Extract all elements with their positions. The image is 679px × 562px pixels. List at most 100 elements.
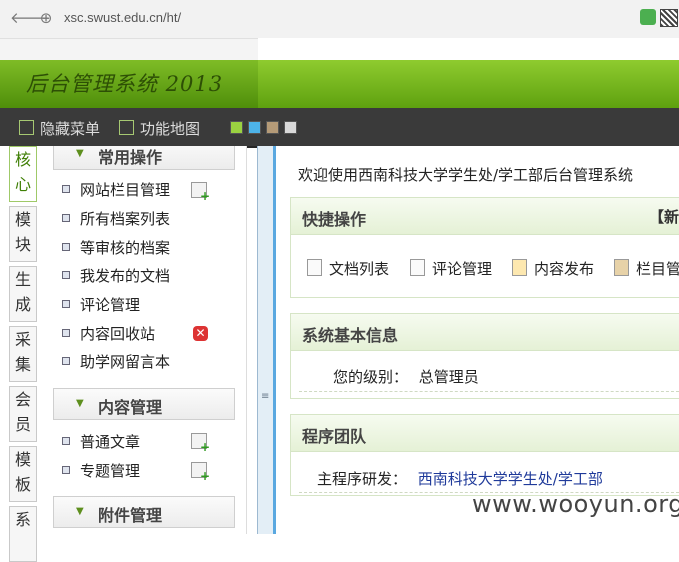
quick-action-label: 评论管理 [432,260,493,278]
menu-item-topics[interactable]: 专题管理 [62,460,140,481]
program-team-panel: 程序团队 主程序研发： 西南科技大学学生处/学工部 [290,414,679,496]
quick-doc-list[interactable]: 文档列表 [307,258,389,279]
side-tab-modules[interactable]: 模块 [9,206,37,262]
panel-header: 系统基本信息 [291,314,679,351]
document-icon [307,259,322,276]
bullet-icon [62,357,70,365]
watermark: www.wooyun.org [472,490,679,518]
main-content: 欢迎使用西南科技大学学生处/学工部后台管理系统 快捷操作 【新 文档列表 评论管… [276,146,679,534]
bullet-icon [62,185,70,193]
module-side-tabs: 核心 模块 生成 采集 会员 模板 系 [0,146,40,562]
menu-group-title: 内容管理 [98,398,163,417]
qr-code-icon[interactable] [660,9,678,27]
url-field[interactable]: xsc.swust.edu.cn/ht/ [64,10,181,25]
menu-group-common[interactable]: ▼ 常用操作 [53,146,235,170]
quick-comments[interactable]: 评论管理 [410,258,492,279]
bullet-icon [62,437,70,445]
back-icon[interactable]: 🡐 [10,9,50,27]
quick-actions-panel: 快捷操作 【新 文档列表 评论管理 内容发布 栏目管 [290,197,679,298]
panel-header: 快捷操作 【新 [291,198,679,235]
menu-item-recycle-bin[interactable]: 内容回收站 [62,323,155,344]
side-tab-core[interactable]: 核心 [9,146,37,202]
add-icon[interactable] [191,462,210,483]
developer-link[interactable]: 西南科技大学学生处/学工部 [418,470,603,488]
menu-item-label: 专题管理 [80,462,141,480]
menu-item-column-manage[interactable]: 网站栏目管理 [62,179,170,200]
site-info-icon[interactable]: ⊕ [37,9,55,27]
new-window-link[interactable]: 【新 [649,206,679,227]
bullet-icon [62,329,70,337]
menu-item-comments[interactable]: 评论管理 [62,294,140,315]
side-tab-generate[interactable]: 生成 [9,266,37,322]
side-tab-system[interactable]: 系 [9,506,37,562]
row-divider [299,391,679,392]
panel-title: 快捷操作 [302,210,367,229]
chevron-down-icon: ▼ [76,506,84,517]
edit-icon [512,259,527,276]
menu-item-articles[interactable]: 普通文章 [62,431,140,452]
quick-action-label: 栏目管 [636,260,679,278]
folder-icon [614,259,629,276]
app-logo: 后台管理系统 2013 [26,72,224,96]
hide-menu-icon [19,120,34,135]
quick-action-label: 内容发布 [534,260,595,278]
menu-item-label: 普通文章 [80,433,141,451]
user-level-row: 您的级别： 总管理员 [333,366,479,387]
bullet-icon [62,214,70,222]
menu-item-label: 评论管理 [80,296,141,314]
hide-menu-button[interactable]: 隐藏菜单 [19,118,100,139]
panel-title: 程序团队 [302,427,367,446]
shield-icon[interactable] [640,9,656,25]
menu-item-pending-archives[interactable]: 等审核的档案 [62,237,170,258]
add-icon[interactable] [191,182,210,203]
site-map-icon [119,120,134,135]
developer-row: 主程序研发： 西南科技大学学生处/学工部 [317,468,603,489]
header-logo-area: 后台管理系统 2013 [0,60,258,108]
chevron-down-icon: ▼ [76,148,84,159]
menu-group-attachments[interactable]: ▼ 附件管理 [53,496,235,528]
menu-item-label: 我发布的文档 [80,267,171,285]
menu-group-title: 常用操作 [98,148,163,167]
theme-swatch-green[interactable] [230,121,243,134]
panel-title: 系统基本信息 [302,326,399,345]
menu-group-content[interactable]: ▼ 内容管理 [53,388,235,420]
left-menu: ▼ 常用操作 网站栏目管理 所有档案列表 等审核的档案 我发布的文档 评论管理 … [40,146,247,534]
menu-item-my-docs[interactable]: 我发布的文档 [62,265,170,286]
theme-swatch-gray[interactable] [284,121,297,134]
system-info-panel: 系统基本信息 您的级别： 总管理员 [290,313,679,399]
bullet-icon [62,271,70,279]
app-header: 后台管理系统 2013 [0,60,679,108]
bullet-icon [62,300,70,308]
menu-item-label: 等审核的档案 [80,239,171,257]
theme-swatch-brown[interactable] [266,121,279,134]
menu-item-label: 内容回收站 [80,325,156,343]
menu-group-title: 附件管理 [98,506,163,525]
quick-columns[interactable]: 栏目管 [614,258,679,279]
bullet-icon [62,466,70,474]
bullet-icon [62,243,70,251]
user-level-value: 总管理员 [418,368,479,386]
side-tab-collect[interactable]: 采集 [9,326,37,382]
theme-swatch-blue[interactable] [248,121,261,134]
hide-menu-label: 隐藏菜单 [40,120,101,138]
browser-address-bar: 🡐 ⊕ xsc.swust.edu.cn/ht/ [0,0,679,39]
menu-item-label: 网站栏目管理 [80,181,171,199]
panel-header: 程序团队 [291,415,679,452]
menu-item-guestbook[interactable]: 助学网留言本 [62,351,170,372]
comment-icon [410,259,425,276]
side-tab-members[interactable]: 会员 [9,386,37,442]
side-tab-templates[interactable]: 模板 [9,446,37,502]
quick-action-label: 文档列表 [329,260,390,278]
empty-trash-icon[interactable]: ✕ [193,326,208,341]
panel-splitter[interactable]: ≡ [257,146,276,534]
menu-item-label: 所有档案列表 [80,210,171,228]
add-icon[interactable] [191,433,210,454]
site-map-button[interactable]: 功能地图 [119,118,200,139]
chevron-down-icon: ▼ [76,398,84,409]
user-level-label: 您的级别： [333,368,409,386]
menu-item-all-archives[interactable]: 所有档案列表 [62,208,170,229]
header-top-strip [0,38,679,61]
developer-label: 主程序研发： [317,470,408,488]
quick-publish[interactable]: 内容发布 [512,258,594,279]
top-toolbar: 隐藏菜单 功能地图 [0,108,679,148]
